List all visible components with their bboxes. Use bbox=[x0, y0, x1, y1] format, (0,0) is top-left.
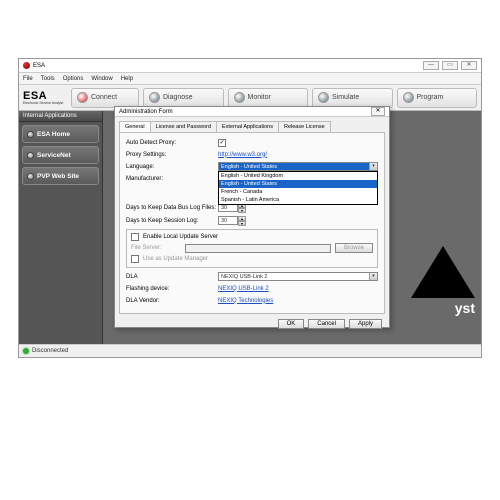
app-icon bbox=[23, 62, 30, 69]
sidebar-item-servicenet[interactable]: ServiceNet bbox=[22, 146, 99, 164]
menu-window[interactable]: Window bbox=[91, 76, 112, 82]
file-server-input bbox=[185, 244, 331, 253]
sidebar-item-label: ServiceNet bbox=[37, 152, 71, 159]
ok-button[interactable]: OK bbox=[278, 319, 305, 329]
language-option[interactable]: English - United Kingdom bbox=[219, 172, 377, 180]
connect-button[interactable]: Connect bbox=[71, 88, 139, 108]
maximize-button[interactable]: ▭ bbox=[442, 61, 458, 70]
monitor-label: Monitor bbox=[248, 94, 271, 101]
dla-value: NEXIQ USB-Link 2 bbox=[218, 272, 378, 281]
days-session-value[interactable]: 30 bbox=[218, 216, 238, 225]
program-button[interactable]: Program bbox=[397, 88, 478, 108]
titlebar: ESA — ▭ ✕ bbox=[19, 59, 481, 73]
label-manufacturer: Manufacturer: bbox=[126, 176, 218, 182]
use-update-manager-checkbox bbox=[131, 255, 139, 263]
down-icon[interactable]: ▾ bbox=[238, 208, 246, 213]
apply-button[interactable]: Apply bbox=[349, 319, 382, 329]
chevron-down-icon[interactable]: ▾ bbox=[369, 273, 377, 280]
simulate-button[interactable]: Simulate bbox=[312, 88, 393, 108]
status-light-icon bbox=[23, 348, 29, 354]
triangle-icon bbox=[411, 246, 475, 298]
sidebar-item-label: ESA Home bbox=[37, 131, 70, 138]
down-icon[interactable]: ▾ bbox=[238, 221, 246, 226]
flashing-device-value[interactable]: NEXIQ USB-Link 2 bbox=[218, 286, 378, 292]
language-option[interactable]: Spanish - Latin America bbox=[219, 196, 377, 204]
dla-vendor-value[interactable]: NEXIQ Technologies bbox=[218, 298, 378, 304]
label-file-server: File Server: bbox=[131, 245, 181, 251]
label-enable-local: Enable Local Update Server bbox=[143, 234, 218, 240]
update-server-group: Enable Local Update Server File Server: … bbox=[126, 229, 378, 268]
label-proxy: Proxy Settings: bbox=[126, 152, 218, 158]
menu-help[interactable]: Help bbox=[121, 76, 133, 82]
clock-icon bbox=[318, 92, 329, 103]
label-days-bus: Days to Keep Data Bus Log Files: bbox=[126, 205, 218, 211]
chevron-down-icon[interactable]: ▾ bbox=[369, 163, 377, 170]
menu-options[interactable]: Options bbox=[63, 76, 84, 82]
status-text: Disconnected bbox=[32, 348, 68, 354]
connect-label: Connect bbox=[91, 94, 117, 101]
dialog-body: Auto Detect Proxy: ✓ Proxy Settings: htt… bbox=[119, 132, 385, 314]
sidebar-item-esa-home[interactable]: ESA Home bbox=[22, 125, 99, 143]
dialog-title: Administration Form bbox=[119, 109, 173, 115]
esa-logo: ESA Electronic Service Analyst bbox=[23, 89, 67, 106]
connect-icon bbox=[77, 92, 88, 103]
tab-external-apps[interactable]: External Applications bbox=[216, 121, 279, 132]
enable-local-update-checkbox[interactable] bbox=[131, 233, 139, 241]
dialog-footer: OK Cancel Apply bbox=[115, 316, 389, 334]
dialog-tabs: General License and Password External Ap… bbox=[115, 117, 389, 132]
auto-proxy-checkbox[interactable]: ✓ bbox=[218, 139, 226, 147]
tab-general[interactable]: General bbox=[119, 121, 151, 132]
menu-file[interactable]: File bbox=[23, 76, 33, 82]
label-dla-vendor: DLA Vendor: bbox=[126, 298, 218, 304]
proxy-settings-link[interactable]: http://www.w3.org/ bbox=[218, 152, 378, 158]
label-flashing: Flashing device: bbox=[126, 286, 218, 292]
dialog-titlebar: Administration Form ✕ bbox=[115, 107, 389, 117]
sidebar: Internal Applications ESA Home ServiceNe… bbox=[19, 111, 103, 344]
logo-subtext: Electronic Service Analyst bbox=[23, 102, 67, 106]
clock-icon bbox=[149, 92, 160, 103]
app-title: ESA bbox=[33, 63, 45, 69]
administration-dialog: Administration Form ✕ General License an… bbox=[114, 106, 390, 328]
tab-license[interactable]: License and Password bbox=[150, 121, 217, 132]
language-dropdown: English - United Kingdom English - Unite… bbox=[218, 171, 378, 205]
status-bar: Disconnected bbox=[19, 344, 481, 357]
sidebar-header: Internal Applications bbox=[19, 111, 102, 122]
dla-combo[interactable]: NEXIQ USB-Link 2 ▾ bbox=[218, 272, 378, 281]
label-use-update: Use as Update Manager bbox=[143, 256, 208, 262]
language-option[interactable]: French - Canada bbox=[219, 188, 377, 196]
label-language: Language: bbox=[126, 164, 218, 170]
sidebar-item-pvp-web-site[interactable]: PVP Web Site bbox=[22, 167, 99, 185]
cancel-button[interactable]: Cancel bbox=[308, 319, 345, 329]
label-auto-proxy: Auto Detect Proxy: bbox=[126, 140, 218, 146]
label-dla: DLA bbox=[126, 274, 218, 280]
clock-icon bbox=[403, 92, 414, 103]
background-logo-text: yst bbox=[455, 300, 475, 316]
language-selected: English - United States bbox=[218, 162, 378, 171]
globe-icon bbox=[27, 131, 34, 138]
diagnose-label: Diagnose bbox=[163, 94, 193, 101]
minimize-button[interactable]: — bbox=[423, 61, 439, 70]
menu-tools[interactable]: Tools bbox=[41, 76, 55, 82]
program-label: Program bbox=[417, 94, 444, 101]
globe-icon bbox=[27, 173, 34, 180]
monitor-button[interactable]: Monitor bbox=[228, 88, 309, 108]
browse-button: Browse bbox=[335, 243, 373, 253]
language-combo[interactable]: English - United States ▾ English - Unit… bbox=[218, 162, 378, 171]
days-session-spinner[interactable]: 30 ▴▾ bbox=[218, 216, 246, 226]
dialog-close-button[interactable]: ✕ bbox=[371, 107, 385, 116]
language-option[interactable]: English - United States bbox=[219, 180, 377, 188]
clock-icon bbox=[234, 92, 245, 103]
close-button[interactable]: ✕ bbox=[461, 61, 477, 70]
menubar: File Tools Options Window Help bbox=[19, 73, 481, 85]
globe-icon bbox=[27, 152, 34, 159]
diagnose-button[interactable]: Diagnose bbox=[143, 88, 224, 108]
tab-release-license[interactable]: Release License bbox=[278, 121, 331, 132]
label-days-session: Days to Keep Session Log: bbox=[126, 218, 218, 224]
simulate-label: Simulate bbox=[332, 94, 359, 101]
sidebar-item-label: PVP Web Site bbox=[37, 173, 79, 180]
